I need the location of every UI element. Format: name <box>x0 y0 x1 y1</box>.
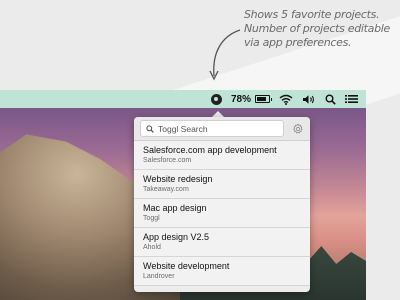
project-client: Salesforce.com <box>143 157 192 164</box>
project-client: Toggl <box>143 215 160 222</box>
project-client: Takeaway.com <box>143 186 189 193</box>
battery-percent: 78% <box>230 93 251 105</box>
search-icon[interactable] <box>325 94 336 105</box>
project-title: Website redesign <box>143 174 213 184</box>
spotlight[interactable] <box>325 90 336 108</box>
annotation-line: Number of projects editable <box>244 22 390 35</box>
search-input[interactable] <box>158 123 278 134</box>
toggl-menu-extra[interactable] <box>210 90 222 108</box>
toggl-popover: Salesforce.com app development Salesforc… <box>134 117 310 292</box>
menu-bar: 78% <box>0 90 366 108</box>
project-item[interactable]: Salesforce.com app development Salesforc… <box>134 141 310 170</box>
annotation-line: Shows 5 favorite projects. <box>244 8 380 21</box>
project-title: Website development <box>143 261 230 271</box>
search-icon <box>146 124 154 133</box>
volume-control[interactable] <box>302 90 316 108</box>
annotation-arrow-icon <box>209 29 241 81</box>
toggl-app-icon[interactable] <box>210 93 222 105</box>
project-item[interactable]: Website redesign Takeaway.com <box>134 170 310 199</box>
project-client: Ahold <box>143 244 161 251</box>
battery-icon <box>255 95 272 103</box>
battery-status[interactable]: 78% <box>230 90 272 108</box>
gear-icon[interactable] <box>292 123 304 135</box>
project-title: Mac app design <box>143 203 207 213</box>
menu-list-icon[interactable] <box>345 94 358 104</box>
project-item[interactable]: Mac app design Toggl <box>134 199 310 228</box>
wifi-status[interactable] <box>279 90 293 108</box>
project-client: Landrover <box>143 273 175 280</box>
annotation-line: via app preferences. <box>244 36 352 49</box>
project-item[interactable]: App design V2.5 Ahold <box>134 228 310 257</box>
volume-icon[interactable] <box>302 94 316 105</box>
wifi-icon[interactable] <box>279 94 293 105</box>
battery-fill <box>257 97 266 101</box>
settings-button[interactable] <box>292 122 304 136</box>
notification-center[interactable] <box>345 90 358 108</box>
project-title: Salesforce.com app development <box>143 145 277 155</box>
search-box[interactable] <box>140 120 284 137</box>
search-row <box>134 117 310 141</box>
project-title: App design V2.5 <box>143 232 210 242</box>
annotation-note: Shows 5 favorite projects. Number of pro… <box>244 8 400 50</box>
project-item[interactable]: Website development Landrover <box>134 257 310 286</box>
